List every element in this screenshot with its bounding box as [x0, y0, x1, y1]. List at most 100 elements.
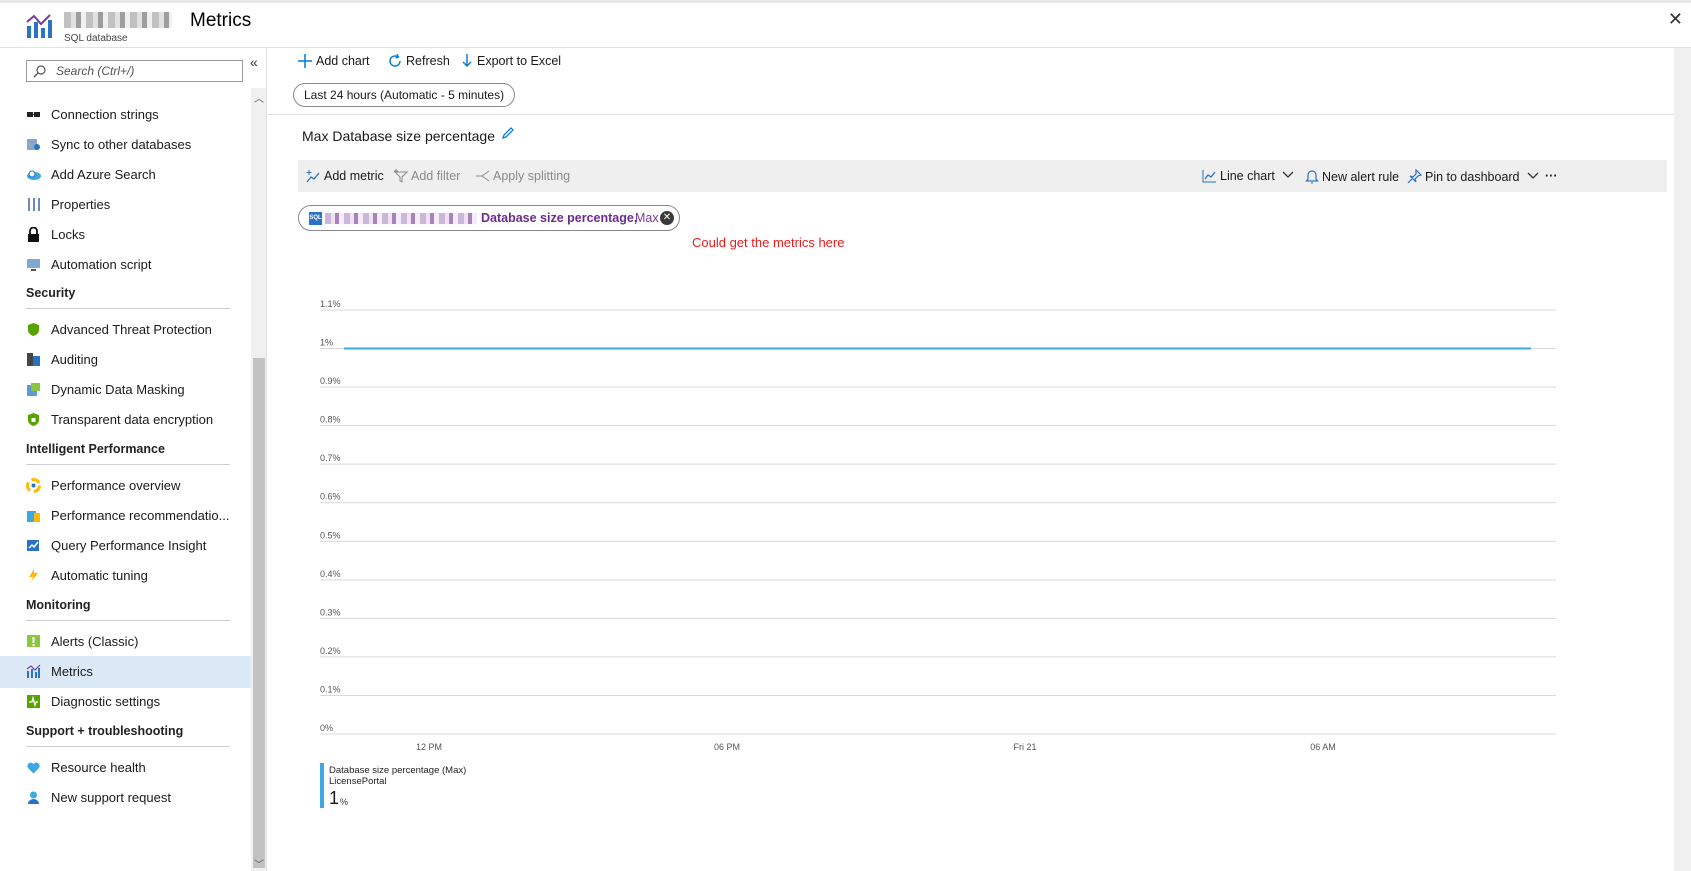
add-chart-label: Add chart [316, 54, 370, 68]
sidebar-item-diagnostic-settings[interactable]: Diagnostic settings [0, 686, 251, 718]
legend-color-bar [320, 763, 324, 808]
scroll-down-icon[interactable]: ﹀ [254, 856, 264, 871]
sidebar-item-auditing[interactable]: Auditing [0, 344, 251, 376]
scroll-up-icon[interactable]: ︿ [254, 90, 264, 105]
add-filter-button[interactable]: Add filter [393, 169, 460, 183]
encryption-shield-icon [28, 413, 39, 426]
sidebar-item-performance-overview[interactable]: Performance overview [0, 470, 251, 502]
sidebar-item-label: Metrics [51, 664, 93, 679]
sidebar-item-label: Sync to other databases [51, 137, 192, 152]
sidebar-item-azure-search[interactable]: Add Azure Search [0, 159, 251, 191]
main-scrollbar[interactable] [1674, 48, 1691, 871]
sidebar-item-label: Add Azure Search [51, 167, 156, 182]
sidebar-item-automatic-tuning[interactable]: Automatic tuning [0, 560, 251, 592]
connection-strings-icon [27, 112, 40, 117]
search-input[interactable]: Search (Ctrl+/) [26, 60, 243, 82]
scroll-thumb[interactable] [253, 358, 265, 868]
divider [268, 114, 1691, 115]
sidebar-item-label: Connection strings [51, 107, 159, 122]
y-tick-label: 0.7% [320, 453, 341, 463]
page-title: Metrics [190, 10, 252, 31]
sidebar-item-properties[interactable]: Properties [0, 189, 251, 221]
x-tick-label: 12 PM [416, 742, 442, 752]
apply-splitting-button[interactable]: Apply splitting [475, 169, 570, 183]
y-tick-label: 0% [320, 723, 333, 733]
search-icon [33, 65, 46, 78]
sidebar-item-metrics[interactable]: Metrics [0, 656, 251, 688]
close-icon[interactable]: ✕ [1668, 9, 1683, 30]
performance-overview-icon [26, 478, 41, 493]
sidebar-item-new-support-request[interactable]: New support request [0, 782, 251, 814]
query-insight-icon [27, 540, 39, 551]
sidebar-item-alerts-classic[interactable]: Alerts (Classic) [0, 626, 251, 658]
line-chart-dropdown[interactable]: Line chart [1202, 169, 1297, 183]
chevron-down-icon [1527, 172, 1539, 179]
legend-resource-name: LicensePortal [329, 776, 387, 787]
sidebar-item-connection-strings[interactable]: Connection strings [0, 99, 251, 131]
data-masking-icon [27, 383, 40, 396]
add-chart-button[interactable]: Add chart [298, 54, 370, 68]
properties-icon [28, 198, 40, 211]
chart-title[interactable]: Max Database size percentage [302, 128, 495, 144]
filter-icon [393, 169, 409, 183]
sidebar-item-sync[interactable]: Sync to other databases [0, 129, 251, 161]
sidebar-item-query-performance-insight[interactable]: Query Performance Insight [0, 530, 251, 562]
y-tick-label: 0.9% [320, 376, 341, 386]
pin-icon [1407, 168, 1423, 184]
command-bar: Add chart Refresh Export to Excel [268, 48, 1691, 78]
sidebar-item-transparent-data-encryption[interactable]: Transparent data encryption [0, 404, 251, 436]
sidebar-item-locks[interactable]: Locks [0, 219, 251, 251]
sidebar-item-dynamic-data-masking[interactable]: Dynamic Data Masking [0, 374, 251, 406]
sidebar-item-advanced-threat-protection[interactable]: Advanced Threat Protection [0, 314, 251, 346]
add-metric-label: Add metric [324, 169, 384, 183]
resource-name-redacted [64, 12, 172, 28]
metric-pill[interactable]: SQL Database size percentage, Max ✕ [298, 205, 680, 231]
add-metric-button[interactable]: Add metric [306, 169, 384, 183]
export-excel-button[interactable]: Export to Excel [461, 54, 561, 68]
legend-series-name: Database size percentage (Max) [329, 765, 467, 776]
metric-pill-aggregation: Max [635, 211, 659, 225]
pin-to-dashboard-dropdown[interactable]: Pin to dashboard [1407, 168, 1542, 184]
pencil-icon[interactable] [501, 126, 515, 140]
y-tick-label: 0.8% [320, 415, 341, 425]
refresh-button[interactable]: Refresh [388, 53, 450, 68]
splitting-icon [476, 170, 490, 182]
x-tick-label: Fri 21 [1013, 742, 1036, 752]
sidebar-item-label: Transparent data encryption [51, 412, 214, 427]
support-person-icon [28, 791, 39, 804]
export-label: Export to Excel [477, 54, 562, 68]
collapse-sidebar-icon[interactable]: « [250, 54, 258, 70]
sidebar-item-resource-health[interactable]: Resource health [0, 752, 251, 784]
more-options-button[interactable]: ··· [1545, 169, 1558, 183]
section-security: Security [26, 286, 230, 309]
sidebar-item-label: New support request [51, 790, 171, 805]
legend-unit: % [340, 797, 349, 807]
add-metric-icon [306, 170, 320, 183]
sidebar-item-label: Dynamic Data Masking [51, 382, 185, 397]
sidebar-item-performance-recommendations[interactable]: Performance recommendatio... [0, 500, 251, 532]
new-alert-rule-label: New alert rule [1322, 170, 1400, 184]
sidebar-item-automation-script[interactable]: Automation script [0, 249, 251, 281]
time-range-picker[interactable]: Last 24 hours (Automatic - 5 minutes) [293, 83, 516, 107]
apply-splitting-label: Apply splitting [493, 169, 571, 183]
line-chart-label: Line chart [1220, 169, 1275, 183]
heart-icon [27, 762, 40, 774]
auditing-icon [27, 353, 40, 366]
new-alert-rule-button[interactable]: New alert rule [1305, 169, 1399, 184]
sidebar-item-label: Locks [51, 227, 85, 242]
sidebar-scrollbar[interactable]: ︿ ﹀ [251, 88, 266, 871]
refresh-label: Refresh [406, 54, 450, 68]
section-monitoring: Monitoring [26, 598, 230, 621]
refresh-icon [389, 53, 401, 67]
shield-icon [28, 323, 39, 336]
main-content: Add chart Refresh Export to Excel Last 2… [268, 48, 1691, 871]
y-tick-label: 0.1% [320, 684, 341, 694]
sidebar-item-label: Automatic tuning [51, 568, 148, 583]
resource-name-redacted [325, 213, 477, 224]
remove-metric-icon[interactable]: ✕ [660, 211, 674, 225]
line-chart[interactable]: 0% 0.1% 0.2% 0.3% 0.4% 0.5% 0.6% 0.7% 0.8% 0.9% 1%… [298, 248, 1673, 768]
alert-icon [27, 635, 40, 647]
chart-legend[interactable]: Database size percentage (Max) LicensePo… [320, 763, 520, 808]
sync-icon [27, 139, 40, 150]
y-tick-label: 0.4% [320, 569, 341, 579]
